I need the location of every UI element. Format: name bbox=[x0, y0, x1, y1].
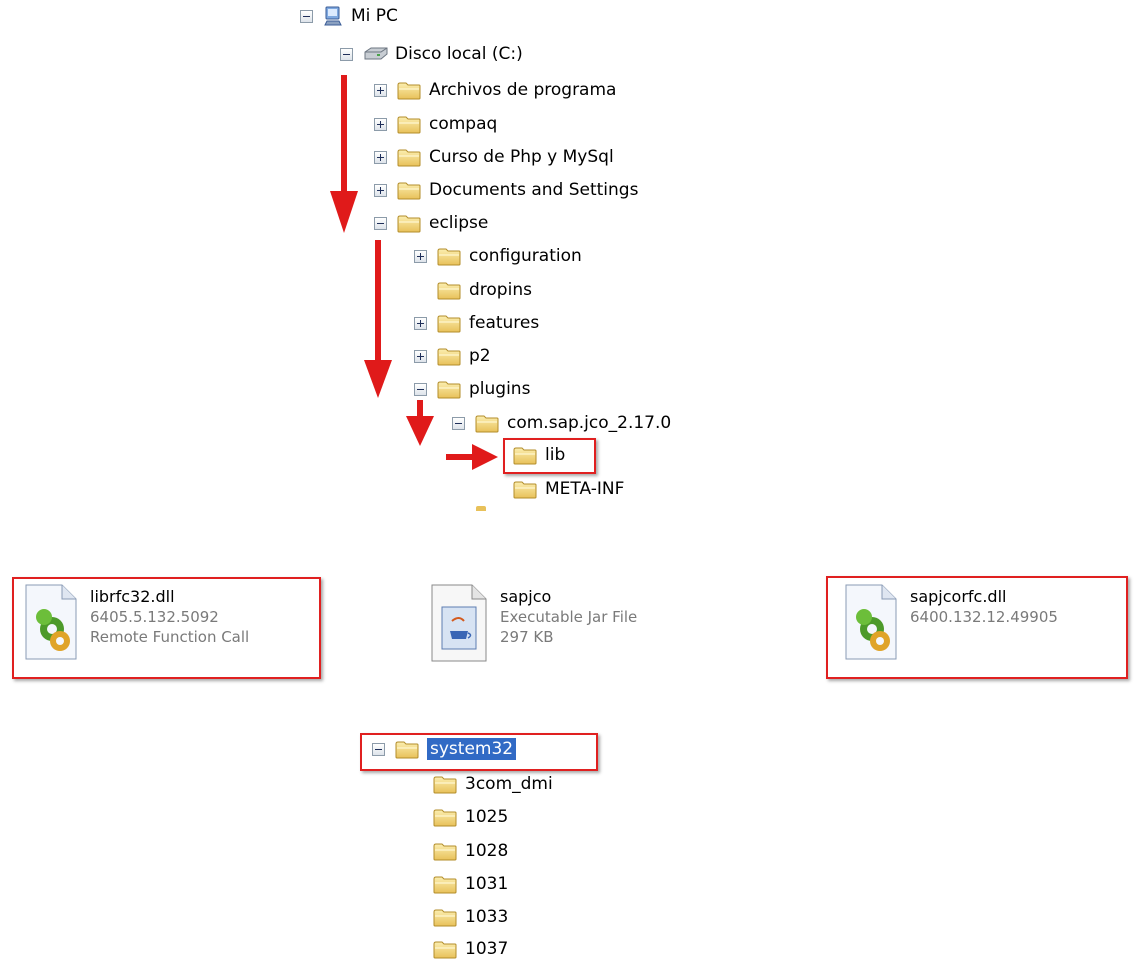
tree-item-label: dropins bbox=[469, 280, 532, 300]
file-name: sapjco bbox=[500, 587, 552, 606]
computer-icon bbox=[324, 6, 342, 26]
dll-gear-icon bbox=[845, 584, 897, 660]
folder-icon bbox=[437, 380, 461, 399]
tree-item-drive[interactable]: Disco local (C:) bbox=[340, 43, 523, 65]
tree-item-label: 3com_dmi bbox=[465, 774, 553, 794]
tree-item-label: Curso de Php y MySql bbox=[429, 147, 614, 167]
tree-item-label: 1037 bbox=[465, 939, 509, 959]
folder-icon bbox=[437, 247, 461, 266]
tree-item-label: Documents and Settings bbox=[429, 180, 639, 200]
folder-icon bbox=[433, 908, 457, 927]
red-arrow-down-icon bbox=[364, 240, 392, 398]
file-tile-sapjcorfc[interactable]: sapjcorfc.dll 6400.132.12.49905 bbox=[842, 583, 1058, 661]
tree-item-label: 1025 bbox=[465, 807, 509, 827]
tree-item-label: plugins bbox=[469, 379, 531, 399]
tree-item-folder[interactable]: Documents and Settings bbox=[374, 179, 638, 201]
dll-gear-icon bbox=[25, 584, 77, 660]
tree-item-folder[interactable]: 1037 bbox=[433, 938, 508, 960]
red-arrow-right-icon bbox=[446, 444, 498, 470]
folder-icon bbox=[433, 875, 457, 894]
collapse-icon[interactable] bbox=[300, 9, 313, 23]
tree-item-label: eclipse bbox=[429, 213, 489, 233]
tree-item-folder[interactable]: Curso de Php y MySql bbox=[374, 146, 614, 168]
tree-item-label: configuration bbox=[469, 246, 582, 266]
folder-icon bbox=[397, 148, 421, 167]
tree-item-folder-plugins[interactable]: plugins bbox=[414, 378, 530, 400]
red-arrow-down-icon bbox=[330, 75, 358, 233]
tree-item-folder[interactable]: Archivos de programa bbox=[374, 79, 616, 101]
expand-icon[interactable] bbox=[374, 83, 387, 97]
tree-item-label: META-INF bbox=[545, 479, 625, 499]
expand-icon[interactable] bbox=[374, 117, 387, 131]
tree-item-folder-eclipse[interactable]: eclipse bbox=[374, 212, 488, 234]
tree-item-label: 1033 bbox=[465, 907, 509, 927]
folder-icon bbox=[397, 181, 421, 200]
tree-item-folder[interactable]: configuration bbox=[414, 245, 582, 267]
file-tile-librfc32[interactable]: librfc32.dll 6405.5.132.5092 Remote Func… bbox=[22, 583, 249, 661]
folder-icon bbox=[437, 347, 461, 366]
red-arrow-down-icon bbox=[406, 400, 434, 446]
java-jar-icon bbox=[431, 584, 487, 662]
tree-item-my-pc[interactable]: Mi PC bbox=[300, 5, 398, 27]
collapse-icon[interactable] bbox=[452, 416, 465, 430]
clipped-folder-edge bbox=[476, 506, 486, 511]
file-version: 6405.5.132.5092 bbox=[90, 608, 219, 626]
folder-icon bbox=[397, 115, 421, 134]
file-name: librfc32.dll bbox=[90, 587, 175, 606]
collapse-icon[interactable] bbox=[414, 382, 427, 396]
tree-item-folder[interactable]: dropins bbox=[437, 279, 532, 301]
folder-icon bbox=[433, 775, 457, 794]
folder-icon bbox=[433, 808, 457, 827]
tree-item-label: Mi PC bbox=[351, 6, 398, 26]
tree-item-folder-plugin[interactable]: com.sap.jco_2.17.0 bbox=[452, 412, 671, 434]
folder-icon bbox=[397, 81, 421, 100]
folder-icon bbox=[433, 940, 457, 959]
file-size: 297 KB bbox=[500, 628, 554, 646]
tree-item-folder[interactable]: 1033 bbox=[433, 906, 508, 928]
tree-item-label: 1028 bbox=[465, 841, 509, 861]
system32-highlight-box bbox=[360, 733, 598, 771]
folder-icon bbox=[433, 842, 457, 861]
file-version: 6400.132.12.49905 bbox=[910, 608, 1058, 626]
tree-item-folder[interactable]: 1031 bbox=[433, 873, 508, 895]
tree-item-label: Archivos de programa bbox=[429, 80, 617, 100]
tree-item-label: 1031 bbox=[465, 874, 509, 894]
tree-item-folder[interactable]: features bbox=[414, 312, 539, 334]
tree-item-folder[interactable]: META-INF bbox=[513, 478, 624, 500]
folder-icon bbox=[513, 480, 537, 499]
expand-icon[interactable] bbox=[374, 150, 387, 164]
folder-icon bbox=[475, 414, 499, 433]
file-tile-sapjco[interactable]: sapjco Executable Jar File 297 KB bbox=[428, 583, 637, 663]
tree-item-label: p2 bbox=[469, 346, 491, 366]
file-name: sapjcorfc.dll bbox=[910, 587, 1007, 606]
folder-icon bbox=[437, 281, 461, 300]
expand-icon[interactable] bbox=[414, 349, 427, 363]
expand-icon[interactable] bbox=[414, 316, 427, 330]
tree-item-label: Disco local (C:) bbox=[395, 44, 523, 64]
tree-item-label: com.sap.jco_2.17.0 bbox=[507, 413, 672, 433]
file-description: Remote Function Call bbox=[90, 628, 250, 646]
expand-icon[interactable] bbox=[414, 249, 427, 263]
tree-item-folder[interactable]: 1025 bbox=[433, 806, 508, 828]
hard-drive-icon bbox=[364, 47, 388, 60]
tree-item-folder[interactable]: compaq bbox=[374, 113, 497, 135]
folder-icon bbox=[397, 214, 421, 233]
tree-item-folder[interactable]: p2 bbox=[414, 345, 491, 367]
collapse-icon[interactable] bbox=[374, 216, 387, 230]
collapse-icon[interactable] bbox=[340, 47, 353, 61]
tree-item-folder[interactable]: 3com_dmi bbox=[433, 773, 553, 795]
folder-icon bbox=[437, 314, 461, 333]
tree-item-folder[interactable]: 1028 bbox=[433, 840, 508, 862]
tree-item-label: features bbox=[469, 313, 540, 333]
file-type: Executable Jar File bbox=[500, 608, 638, 626]
lib-highlight-box bbox=[503, 438, 596, 474]
tree-item-label: compaq bbox=[429, 114, 498, 134]
expand-icon[interactable] bbox=[374, 183, 387, 197]
